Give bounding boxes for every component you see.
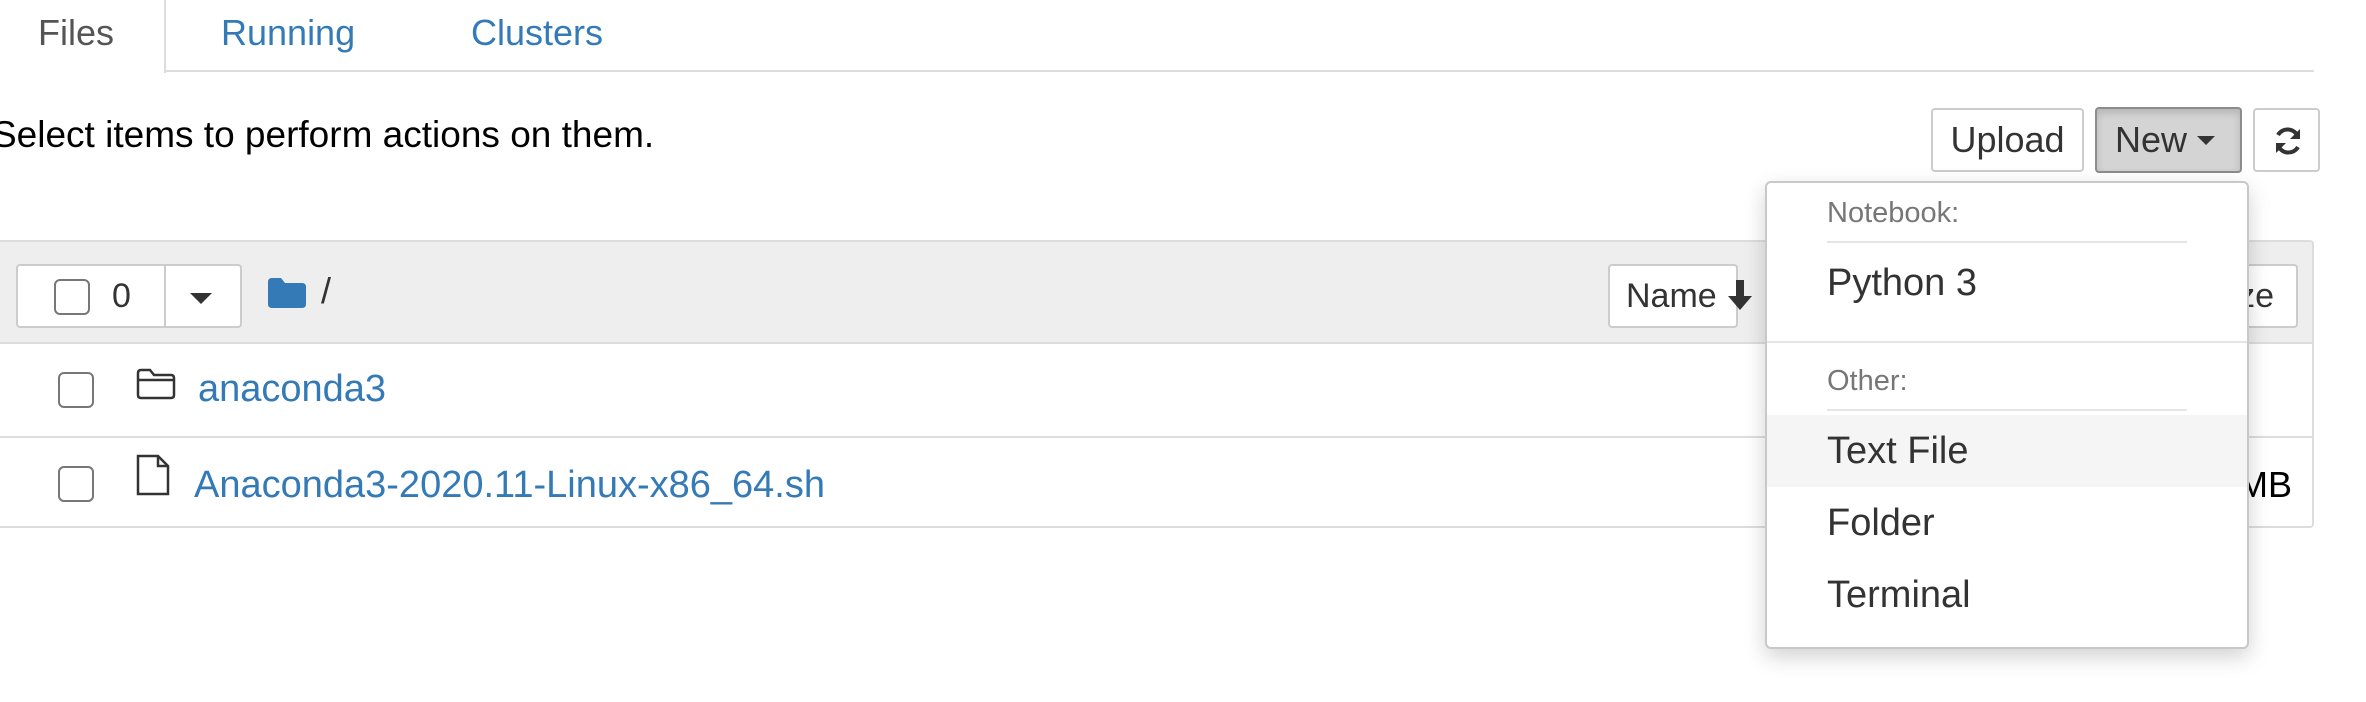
menu-divider xyxy=(1767,341,2247,343)
tab-clusters[interactable]: Clusters xyxy=(471,0,603,72)
item-checkbox[interactable] xyxy=(58,466,94,502)
menu-item-python3[interactable]: Python 3 xyxy=(1767,247,2247,319)
select-menu-caret-icon[interactable] xyxy=(190,293,212,304)
new-dropdown-menu: Notebook: Python 3 Other: Text File Fold… xyxy=(1765,181,2249,649)
upload-button[interactable]: Upload xyxy=(1931,108,2084,172)
sort-by-name-button[interactable]: Name xyxy=(1608,264,1752,328)
tab-files[interactable]: Files xyxy=(0,0,166,73)
breadcrumb-root[interactable]: / xyxy=(321,268,331,314)
select-group-divider xyxy=(164,266,166,326)
menu-item-folder[interactable]: Folder xyxy=(1767,487,2247,559)
tab-running[interactable]: Running xyxy=(221,0,355,72)
selected-count: 0 xyxy=(112,277,131,315)
jupyter-file-browser: Files Running Clusters Select items to p… xyxy=(0,0,2366,702)
folder-outline-icon xyxy=(136,368,176,400)
new-button[interactable]: New xyxy=(2095,107,2242,173)
select-all-group: 0 xyxy=(16,264,242,328)
menu-header-rule xyxy=(1827,409,2187,411)
item-checkbox[interactable] xyxy=(58,372,94,408)
refresh-icon xyxy=(2276,127,2300,155)
menu-header-other: Other: xyxy=(1827,365,1908,397)
select-all-checkbox[interactable] xyxy=(54,279,90,315)
folder-icon xyxy=(268,278,306,308)
item-link[interactable]: anaconda3 xyxy=(198,364,386,414)
refresh-button[interactable] xyxy=(2253,108,2320,172)
menu-item-terminal[interactable]: Terminal xyxy=(1767,559,2247,631)
menu-header-rule xyxy=(1827,241,2187,243)
arrow-down-icon xyxy=(1728,280,1752,310)
caret-down-icon xyxy=(2197,135,2216,145)
new-button-label: New xyxy=(2115,119,2188,160)
menu-header-notebook: Notebook: xyxy=(1827,197,1960,229)
file-icon xyxy=(136,454,170,496)
sort-name-label: Name xyxy=(1626,277,1717,315)
instruction-text: Select items to perform actions on them. xyxy=(0,114,655,155)
item-link[interactable]: Anaconda3-2020.11-Linux-x86_64.sh xyxy=(194,460,825,510)
menu-item-text-file[interactable]: Text File xyxy=(1767,415,2247,487)
